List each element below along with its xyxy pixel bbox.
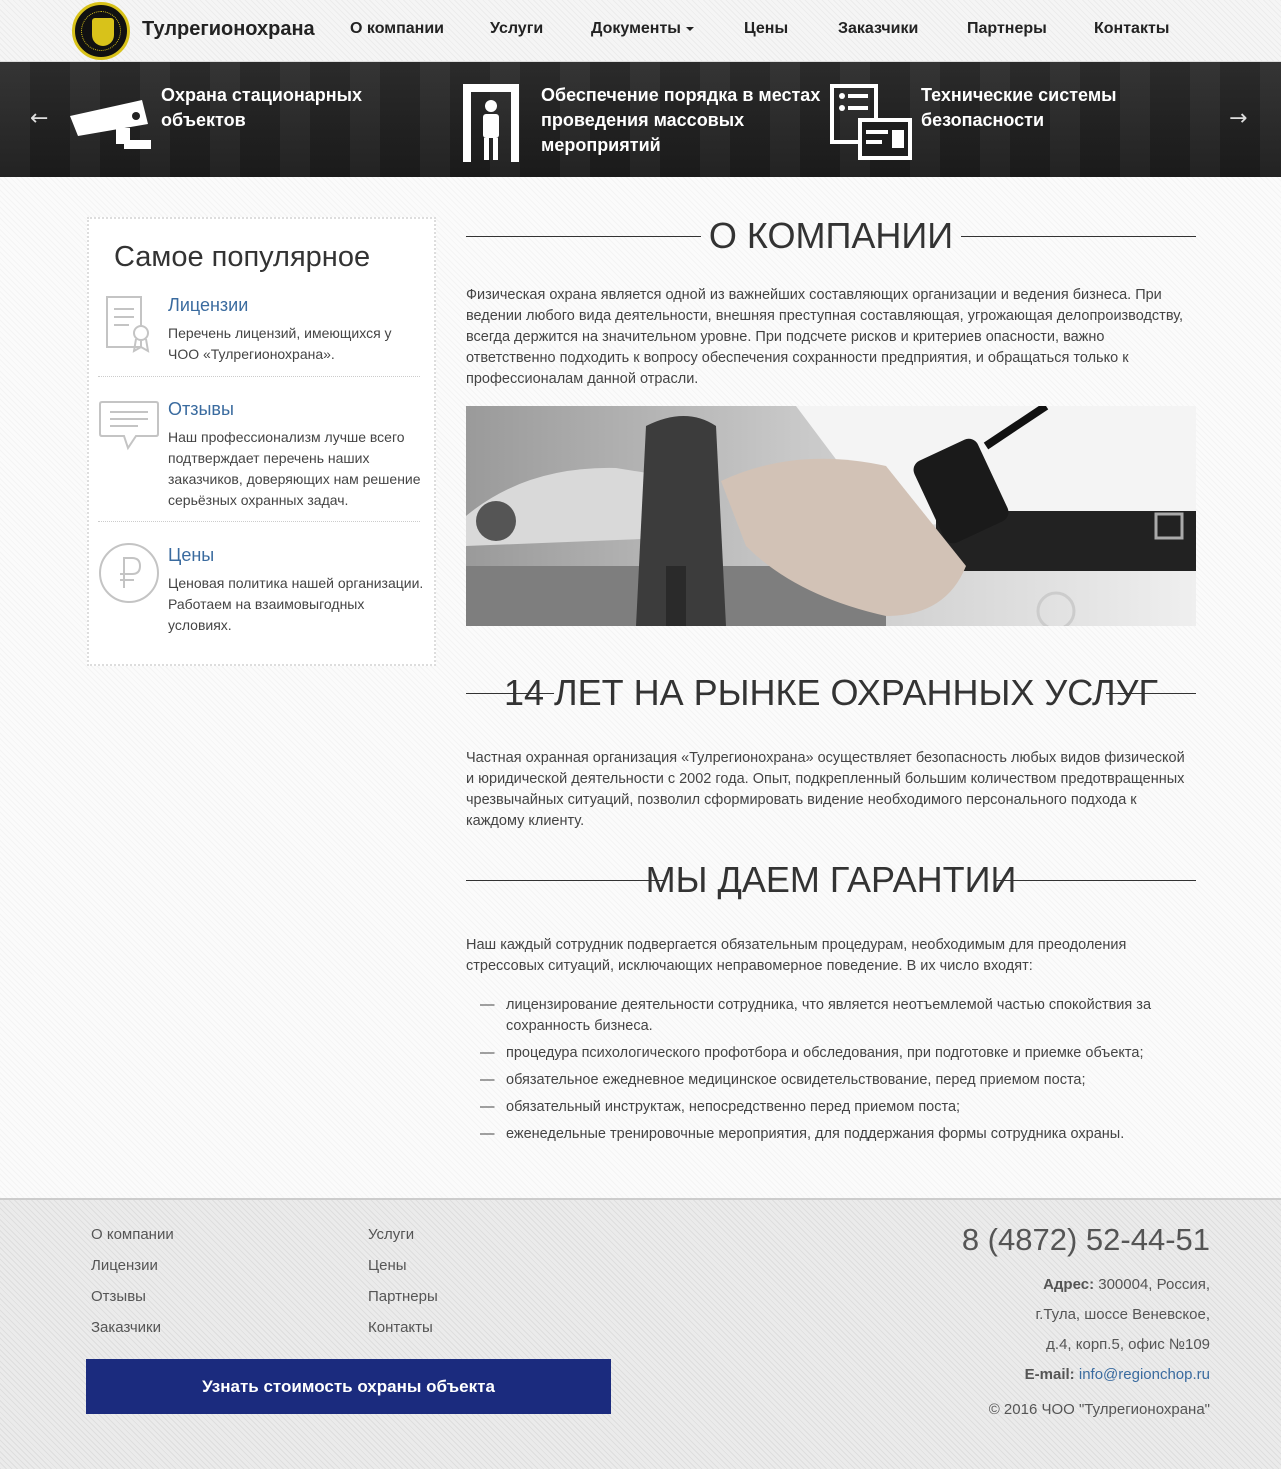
nav-documents-label: Документы: [591, 20, 681, 37]
ruble-icon: [99, 543, 159, 603]
list-item: обязательный инструктаж, непосредственно…: [506, 1099, 961, 1115]
footer-address-line1: Адрес: 300004, Россия,: [1043, 1276, 1210, 1293]
popular-sidebar: Самое популярное Лицензии Перечень лицен…: [87, 217, 436, 666]
footer-email-row: E-mail: info@regionchop.ru: [1025, 1366, 1210, 1383]
certificate-icon: [106, 296, 150, 353]
footer-link-clients[interactable]: Заказчики: [91, 1319, 161, 1336]
nav-partners[interactable]: Партнеры: [967, 20, 1047, 38]
guarantees-paragraph: Наш каждый сотрудник подвергается обязат…: [466, 937, 1127, 974]
slide-title-mass-events[interactable]: Обеспечение порядка в местах проведения …: [541, 83, 821, 158]
nav-about[interactable]: О компании: [350, 20, 444, 38]
list-item: еженедельные тренировочные мероприятия, …: [506, 1126, 1125, 1142]
section-title-guarantees: МЫ ДАЕМ ГАРАНТИИ: [645, 859, 1017, 900]
services-slider: ← → Охрана стационарных объектов Обеспеч…: [0, 62, 1281, 177]
experience-paragraph: Частная охранная организация «Тулрегионо…: [466, 750, 1185, 829]
footer-address-line2: г.Тула, шоссе Веневское,: [1035, 1306, 1210, 1323]
section-heading-guarantees: МЫ ДАЕМ ГАРАНТИИ: [466, 860, 1196, 900]
bullet-dash: —: [480, 997, 495, 1013]
sidebar-divider: [98, 376, 420, 377]
footer-email-link[interactable]: info@regionchop.ru: [1079, 1366, 1210, 1383]
sidebar-item-prices-text: Ценовая политика нашей организации. Рабо…: [168, 575, 424, 633]
nav-contacts[interactable]: Контакты: [1094, 20, 1169, 38]
access-control-card-icon: [830, 84, 912, 160]
security-guard-photo: [466, 406, 1196, 626]
footer-address-line3: д.4, корп.5, офис №109: [1046, 1336, 1210, 1353]
nav-documents-dropdown[interactable]: Документы: [591, 20, 694, 38]
slide-title-objects[interactable]: Охрана стационарных объектов: [161, 83, 451, 133]
shield-icon: [92, 18, 114, 46]
address-label: Адрес:: [1043, 1276, 1095, 1293]
nav-prices[interactable]: Цены: [744, 20, 788, 38]
cctv-camera-icon: [70, 100, 151, 149]
bullet-dash: —: [480, 1072, 495, 1088]
footer-copyright: © 2016 ЧОО "Тулрегионохрана": [988, 1401, 1210, 1418]
footer-phone[interactable]: 8 (4872) 52-44-51: [962, 1222, 1210, 1258]
section-heading-about: О КОМПАНИИ: [466, 216, 1196, 256]
list-item: лицензирование деятельности сотрудника, …: [506, 997, 1152, 1034]
footer-link-reviews[interactable]: Отзывы: [91, 1288, 146, 1305]
email-label: E-mail:: [1024, 1366, 1075, 1383]
nav-services[interactable]: Услуги: [490, 20, 543, 38]
get-price-button[interactable]: Узнать стоимость охраны объекта: [86, 1359, 611, 1414]
metal-detector-gate-icon: [463, 84, 519, 162]
sidebar-item-reviews[interactable]: Отзывы: [168, 399, 234, 420]
footer-link-contacts[interactable]: Контакты: [368, 1319, 433, 1336]
footer-link-partners[interactable]: Партнеры: [368, 1288, 438, 1305]
footer-link-services[interactable]: Услуги: [368, 1226, 414, 1243]
section-title-about: О КОМПАНИИ: [708, 215, 954, 256]
sidebar-title: Самое популярное: [114, 241, 371, 273]
site-header: Тулрегионохрана О компании Услуги Докуме…: [0, 0, 1281, 62]
slider-next-button[interactable]: →: [1229, 106, 1247, 131]
section-title-experience: 14 ЛЕТ НА РЫНКЕ ОХРАННЫХ УСЛУГ: [503, 672, 1159, 713]
speech-bubble-icon: [99, 401, 159, 451]
sidebar-item-prices[interactable]: Цены: [168, 545, 214, 566]
caret-down-icon: [685, 26, 694, 31]
bullet-dash: —: [480, 1126, 495, 1142]
bullet-dash: —: [480, 1099, 495, 1115]
footer-link-licenses[interactable]: Лицензии: [91, 1257, 158, 1274]
brand-name[interactable]: Тулрегионохрана: [142, 18, 315, 41]
sidebar-item-licenses[interactable]: Лицензии: [168, 295, 248, 316]
bullet-dash: —: [480, 1045, 495, 1061]
list-item: процедура психологического профотбора и …: [506, 1045, 1144, 1061]
footer-link-prices[interactable]: Цены: [368, 1257, 407, 1274]
slider-prev-button[interactable]: ←: [30, 106, 48, 131]
address-text-1: 300004, Россия,: [1094, 1276, 1210, 1293]
about-paragraph: Физическая охрана является одной из важн…: [466, 287, 1184, 387]
footer-link-about[interactable]: О компании: [91, 1226, 174, 1243]
security-guard-image: [466, 406, 1196, 626]
nav-clients[interactable]: Заказчики: [838, 20, 918, 38]
slide-title-tech-systems[interactable]: Технические системы безопасности: [921, 83, 1181, 133]
sidebar-item-licenses-text: Перечень лицензий, имеющихся у ЧОО «Тулр…: [168, 325, 392, 362]
list-item: обязательное ежедневное медицинское осви…: [506, 1072, 1086, 1088]
sidebar-item-reviews-text: Наш профессионализм лучше всего подтверж…: [168, 429, 421, 508]
sidebar-divider: [98, 521, 420, 522]
section-heading-experience: 14 ЛЕТ НА РЫНКЕ ОХРАННЫХ УСЛУГ: [466, 673, 1196, 713]
company-logo[interactable]: [72, 2, 130, 60]
